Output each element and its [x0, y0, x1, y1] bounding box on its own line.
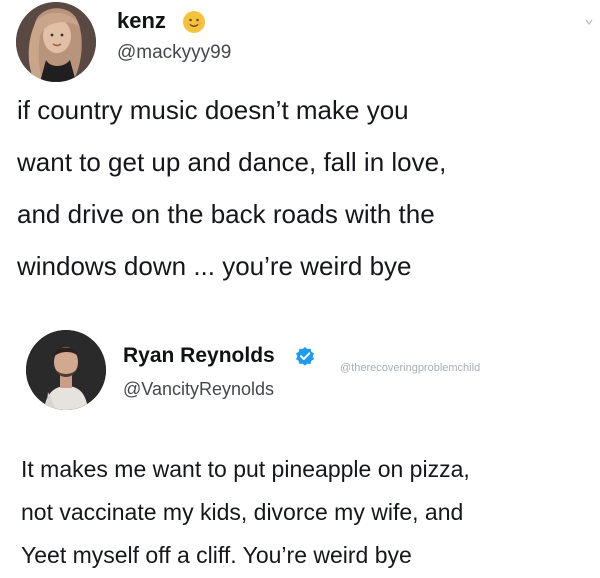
tweet-body: It makes me want to put pineapple on piz… [21, 456, 470, 568]
chevron-down-icon[interactable] [584, 14, 594, 25]
verified-badge-icon [295, 346, 315, 366]
author-handle[interactable]: @VancityReynolds [123, 379, 274, 400]
smiling-face-emoji-icon [182, 10, 206, 34]
author-name[interactable]: Ryan Reynolds [123, 344, 275, 368]
avatar-ryan-reynolds[interactable] [26, 330, 106, 410]
author-handle[interactable]: @mackyyy99 [117, 42, 231, 64]
watermark: @therecoveringproblemchild [340, 362, 481, 374]
avatar-kenz[interactable] [16, 2, 96, 82]
author-name[interactable]: kenz [117, 8, 166, 34]
tweet-body: if country music doesn’t make you want t… [17, 95, 447, 281]
